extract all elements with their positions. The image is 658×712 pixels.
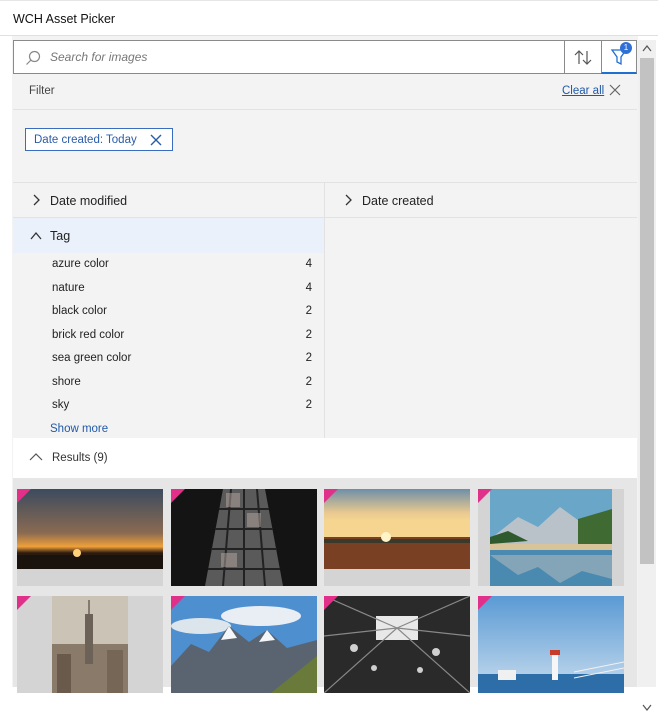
tag-name: azure color xyxy=(52,258,109,270)
tag-name: black color xyxy=(52,305,107,317)
close-filter-icon[interactable] xyxy=(609,84,621,96)
vertical-scrollbar[interactable] xyxy=(638,40,656,711)
active-filter-chip[interactable]: Date created: Today xyxy=(25,128,173,151)
facet-label: Date modified xyxy=(50,194,128,208)
facet-row: Date modified Date created xyxy=(13,182,637,218)
tag-item-sea-green-color[interactable]: sea green color 2 xyxy=(13,347,324,369)
stained-glass-window-image[interactable] xyxy=(171,489,317,586)
tag-count: 4 xyxy=(305,282,312,294)
chevron-right-icon xyxy=(345,194,352,206)
filter-label: Filter xyxy=(29,85,55,97)
results-count-label: Results (9) xyxy=(52,452,108,464)
search-icon xyxy=(26,50,41,65)
tag-count: 2 xyxy=(305,399,312,411)
tag-item-azure-color[interactable]: azure color 4 xyxy=(13,253,324,275)
results-header[interactable]: Results (9) xyxy=(13,438,637,478)
tag-count: 2 xyxy=(305,376,312,388)
chevron-right-icon xyxy=(33,194,40,206)
tag-count: 2 xyxy=(305,352,312,364)
date-created-panel xyxy=(325,218,637,438)
tag-item-sky[interactable]: sky 2 xyxy=(13,394,324,416)
lighthouse-coast-image[interactable] xyxy=(478,596,624,693)
sort-arrows-icon xyxy=(574,50,592,65)
sort-button[interactable] xyxy=(565,40,601,74)
show-more-link[interactable]: Show more xyxy=(50,423,108,435)
tag-name: shore xyxy=(52,376,81,388)
search-input[interactable] xyxy=(48,46,548,68)
asset-type-corner xyxy=(171,489,185,503)
filter-count-badge: 1 xyxy=(620,42,632,54)
city-skyline-image[interactable] xyxy=(17,596,163,693)
tag-item-brick-red-color[interactable]: brick red color 2 xyxy=(13,324,324,346)
sunset-silhouette-image[interactable] xyxy=(17,489,163,586)
facet-date-modified[interactable]: Date modified xyxy=(13,183,324,217)
sunset-field-image[interactable] xyxy=(324,489,470,586)
scrollbar-thumb[interactable] xyxy=(640,58,654,564)
remove-chip-icon[interactable] xyxy=(150,134,162,146)
tag-list: azure color 4 nature 4 black color 2 bri… xyxy=(13,253,324,439)
tag-item-shore[interactable]: shore 2 xyxy=(13,371,324,393)
asset-type-corner xyxy=(17,596,31,610)
tag-name: brick red color xyxy=(52,329,125,341)
snowy-mountains-image[interactable] xyxy=(171,596,317,693)
tag-item-black-color[interactable]: black color 2 xyxy=(13,300,324,322)
facet-label: Date created xyxy=(362,194,434,208)
scroll-down-icon[interactable] xyxy=(642,704,652,712)
scroll-up-icon[interactable] xyxy=(642,44,652,52)
facet-date-created[interactable]: Date created xyxy=(325,183,637,217)
tag-name: sky xyxy=(52,399,70,411)
asset-type-corner xyxy=(171,596,185,610)
asset-type-corner xyxy=(17,489,31,503)
mountain-lake-reflection-image[interactable] xyxy=(478,489,624,586)
results-grid xyxy=(13,478,637,693)
title-bar: WCH Asset Picker xyxy=(0,0,658,36)
tag-item-nature[interactable]: nature 4 xyxy=(13,277,324,299)
tag-count: 4 xyxy=(305,258,312,270)
asset-type-corner xyxy=(324,489,338,503)
industrial-hall-image[interactable] xyxy=(324,596,470,693)
tag-name: nature xyxy=(52,282,85,294)
asset-type-corner xyxy=(478,489,492,503)
chip-label: Date created: Today xyxy=(34,134,137,146)
tag-count: 2 xyxy=(305,305,312,317)
search-box[interactable] xyxy=(13,40,565,74)
tag-count: 2 xyxy=(305,329,312,341)
asset-type-corner xyxy=(478,596,492,610)
chevron-up-icon xyxy=(30,231,42,240)
tag-name: sea green color xyxy=(52,352,132,364)
asset-type-corner xyxy=(324,596,338,610)
filter-header: Filter Clear all xyxy=(13,74,637,110)
clear-all-link[interactable]: Clear all xyxy=(562,85,604,97)
facet-label: Tag xyxy=(50,229,71,243)
facet-tag[interactable]: Tag xyxy=(13,218,324,253)
window-title: WCH Asset Picker xyxy=(13,12,116,26)
chevron-up-icon xyxy=(29,453,43,461)
